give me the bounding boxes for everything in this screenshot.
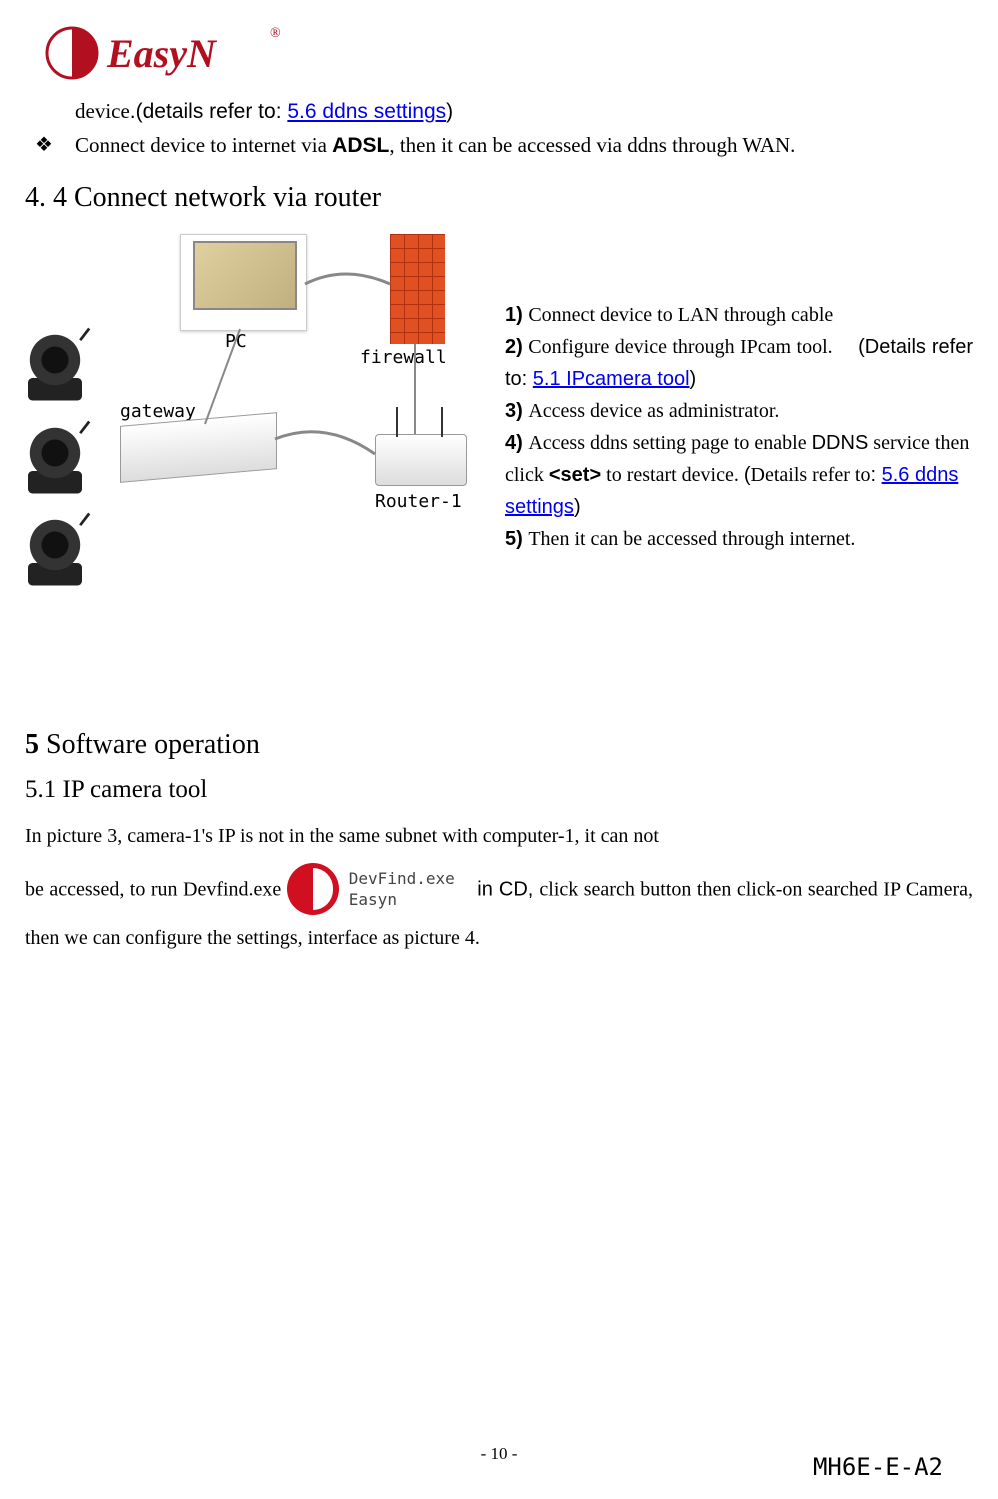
router-icon <box>375 434 467 486</box>
step-3: 3) Access device as administrator. <box>505 395 973 427</box>
network-diagram: PC firewall gateway Router-1 <box>25 229 505 589</box>
camera-icon <box>10 417 100 507</box>
heading-5-1: 5.1 IP camera tool <box>25 776 973 804</box>
device-line: device.(details refer to: 5.6 ddns setti… <box>75 95 973 129</box>
gateway-icon <box>120 412 277 483</box>
heading-4-4: 4. 4 Connect network via router <box>25 182 973 214</box>
step-4: 4) Access ddns setting page to enable DD… <box>505 427 973 523</box>
diamond-bullet-icon: ❖ <box>35 129 75 163</box>
heading-5: 5 Software operation <box>25 729 973 761</box>
step-5: 5) Then it can be accessed through inter… <box>505 523 973 555</box>
link-5-1-ipcamera[interactable]: 5.1 IPcamera tool <box>533 368 690 390</box>
step-2: 2) Configure device through IPcam tool. … <box>505 331 973 395</box>
svg-text:EasyN: EasyN <box>106 31 218 76</box>
link-5-6-ddns-top[interactable]: 5.6 ddns settings <box>287 100 446 123</box>
gateway-label: gateway <box>120 401 196 422</box>
bullet-adsl: Connect device to internet via ADSL, the… <box>75 129 795 163</box>
pc-label: PC <box>225 331 247 352</box>
para-5-1: In picture 3, camera-1's IP is not in th… <box>25 819 973 955</box>
doc-code: MH6E-E-A2 <box>813 1453 943 1481</box>
step-1: 1) Connect device to LAN through cable <box>505 299 973 331</box>
router-label: Router-1 <box>375 491 462 512</box>
brand-logo: EasyN ® <box>45 25 973 80</box>
camera-icon <box>10 509 100 599</box>
camera-icon <box>10 324 100 414</box>
devfind-exe-icon: DevFind.exe Easyn <box>287 861 472 921</box>
firewall-icon <box>390 234 445 344</box>
firewall-label: firewall <box>360 347 447 368</box>
svg-text:®: ® <box>270 26 281 41</box>
